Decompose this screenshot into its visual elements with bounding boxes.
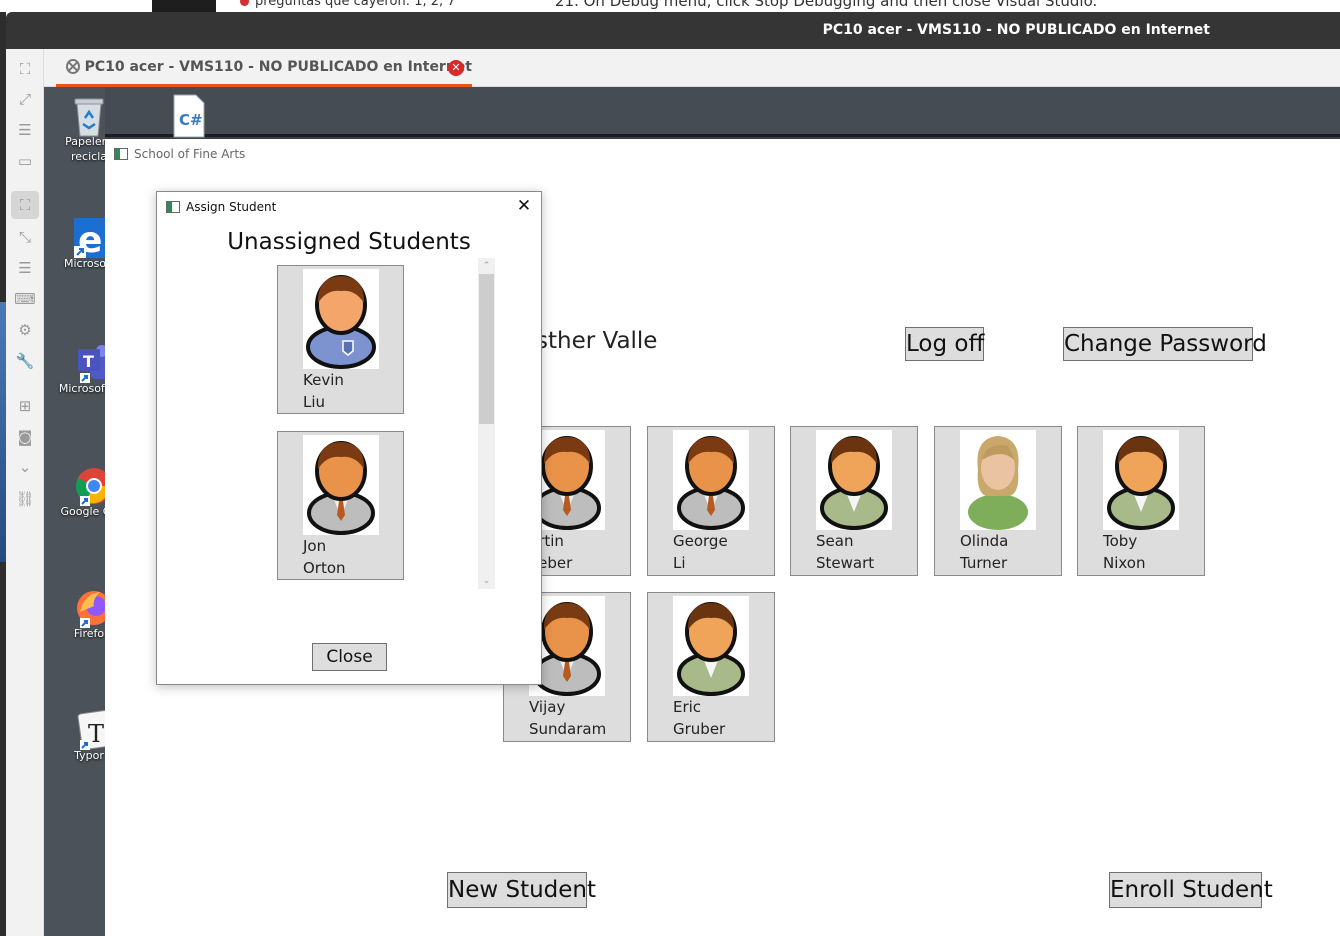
logoff-button[interactable]: Log off — [905, 327, 984, 361]
desktop-icon-csharp-file[interactable]: C# — [158, 94, 220, 138]
app-titlebar[interactable]: School of Fine Arts — [105, 139, 1340, 169]
settings-icon[interactable]: ⚙ — [15, 320, 35, 340]
dialog-close-button[interactable]: Close — [312, 643, 387, 671]
student-tile[interactable]: Toby Nixon — [1077, 426, 1205, 576]
host-instruction-text: 21. On Debug menu, click Stop Debugging … — [555, 0, 1098, 10]
student-first-name: George — [673, 532, 728, 550]
dialog-title: Assign Student — [186, 200, 277, 214]
app-title: School of Fine Arts — [134, 147, 246, 161]
unassigned-student-tile[interactable]: Kevin Liu — [277, 265, 404, 414]
student-avatar-icon — [303, 435, 379, 535]
vm-tab-label: PC10 acer - VMS110 - NO PUBLICADO en Int… — [84, 58, 472, 75]
recycle-bin-icon — [70, 94, 108, 137]
chevron-down-icon[interactable]: ⌄ — [15, 457, 35, 477]
student-first-name: Toby — [1103, 532, 1138, 550]
student-tile[interactable]: George Li — [647, 426, 775, 576]
student-last-name: Gruber — [673, 720, 726, 738]
unassigned-students-list[interactable]: Kevin Liu Jon Orton — [277, 265, 495, 589]
guest-behind-window — [105, 87, 1340, 137]
vm-window-titlebar[interactable]: PC10 acer - VMS110 - NO PUBLICADO en Int… — [6, 12, 1340, 49]
student-first-name: Eric — [673, 698, 702, 716]
dialog-close-icon[interactable]: ✕ — [515, 197, 533, 215]
dialog-titlebar[interactable]: Assign Student — [157, 192, 541, 222]
fullscreen-icon[interactable]: ⤢ — [15, 89, 35, 109]
new-student-button[interactable]: New Student — [447, 872, 596, 908]
assign-student-dialog: Assign Student ✕ Unassigned Students Kev… — [156, 191, 542, 685]
student-last-name: Li — [673, 554, 686, 572]
vm-tab-bar: PC10 acer - VMS110 - NO PUBLICADO en Int… — [44, 49, 1340, 87]
student-avatar-icon — [816, 430, 892, 530]
student-first-name: Vijay — [529, 698, 566, 716]
teams-icon: T — [70, 341, 110, 383]
student-avatar-icon — [960, 430, 1036, 530]
vm-toolbar: ⛶ ⤢ ☰ ▭ ⛶ ⤡ ☰ ⌨ ⚙ 🔧 ⊞ ◙ ⌄ ⛓ — [6, 49, 44, 936]
host-note-text: preguntas que cayeron: 1, 2, 7 — [240, 0, 456, 9]
student-avatar-icon — [673, 596, 749, 696]
student-last-name: Liu — [303, 393, 326, 411]
chrome-icon — [70, 464, 112, 506]
list-scrollbar[interactable]: ⌃ ⌄ — [478, 258, 495, 589]
unassigned-student-tile[interactable]: Jon Orton — [277, 431, 404, 580]
connection-icon — [66, 59, 80, 74]
dialog-window-icon — [166, 201, 180, 213]
student-first-name: Kevin — [303, 371, 344, 389]
student-avatar-icon — [673, 430, 749, 530]
enroll-student-button[interactable]: Enroll Student — [1109, 872, 1273, 908]
svg-text:C#: C# — [179, 111, 203, 129]
camera-icon[interactable]: ◙ — [15, 427, 35, 447]
menu-icon[interactable]: ☰ — [15, 120, 35, 140]
link-icon[interactable]: ⛓ — [15, 489, 35, 509]
student-last-name: Orton — [303, 559, 346, 577]
add-window-icon[interactable]: ⊞ — [15, 396, 35, 416]
svg-text:T: T — [83, 352, 94, 371]
student-avatar-icon — [303, 269, 379, 369]
host-background: preguntas que cayeron: 1, 2, 7 21. On De… — [0, 0, 1340, 12]
csharp-file-icon: C# — [170, 94, 208, 138]
student-first-name: Jon — [303, 537, 327, 555]
host-note-label: preguntas que cayeron: 1, 2, 7 — [255, 0, 456, 9]
student-last-name: Nixon — [1103, 554, 1146, 572]
keyboard-icon[interactable]: ⌨ — [14, 289, 36, 309]
student-first-name: Sean — [816, 532, 854, 550]
student-last-name: Turner — [960, 554, 1008, 572]
student-first-name: Olinda — [960, 532, 1009, 550]
student-avatar-icon — [1103, 430, 1179, 530]
scroll-up-icon[interactable]: ⌃ — [478, 258, 495, 274]
fit-screen-icon[interactable]: ⛶ — [11, 191, 39, 219]
firefox-icon — [70, 586, 111, 628]
app-window-icon — [114, 148, 128, 160]
change-password-button[interactable]: Change Password — [1063, 327, 1267, 361]
typora-icon: T — [70, 708, 113, 751]
screenshot-icon[interactable]: ⛶ — [15, 59, 35, 79]
student-tile[interactable]: Sean Stewart — [790, 426, 918, 576]
vm-tab[interactable]: PC10 acer - VMS110 - NO PUBLICADO en Int… — [56, 49, 472, 87]
student-tile[interactable]: Olinda Turner — [934, 426, 1062, 576]
dialog-heading: Unassigned Students — [227, 229, 471, 255]
vm-window-title: PC10 acer - VMS110 - NO PUBLICADO en Int… — [822, 22, 1210, 38]
resize-icon[interactable]: ⤡ — [15, 227, 35, 247]
screen: preguntas que cayeron: 1, 2, 7 21. On De… — [0, 0, 1340, 936]
scroll-down-icon[interactable]: ⌄ — [478, 573, 495, 589]
scrollbar-thumb[interactable] — [479, 274, 494, 424]
edge-icon: e — [70, 216, 110, 261]
host-dark-panel — [152, 0, 216, 12]
list-icon[interactable]: ☰ — [15, 258, 35, 278]
tab-close-icon[interactable]: ✕ — [448, 60, 464, 76]
record-dot-icon — [240, 0, 249, 6]
student-last-name: Sundaram — [529, 720, 607, 738]
wrench-icon[interactable]: 🔧 — [15, 351, 35, 371]
guest-behind-window-edge — [105, 134, 1340, 137]
student-last-name: Stewart — [816, 554, 875, 572]
window-icon[interactable]: ▭ — [15, 151, 35, 171]
student-tile[interactable]: Eric Gruber — [647, 592, 775, 742]
svg-text:T: T — [88, 720, 104, 748]
